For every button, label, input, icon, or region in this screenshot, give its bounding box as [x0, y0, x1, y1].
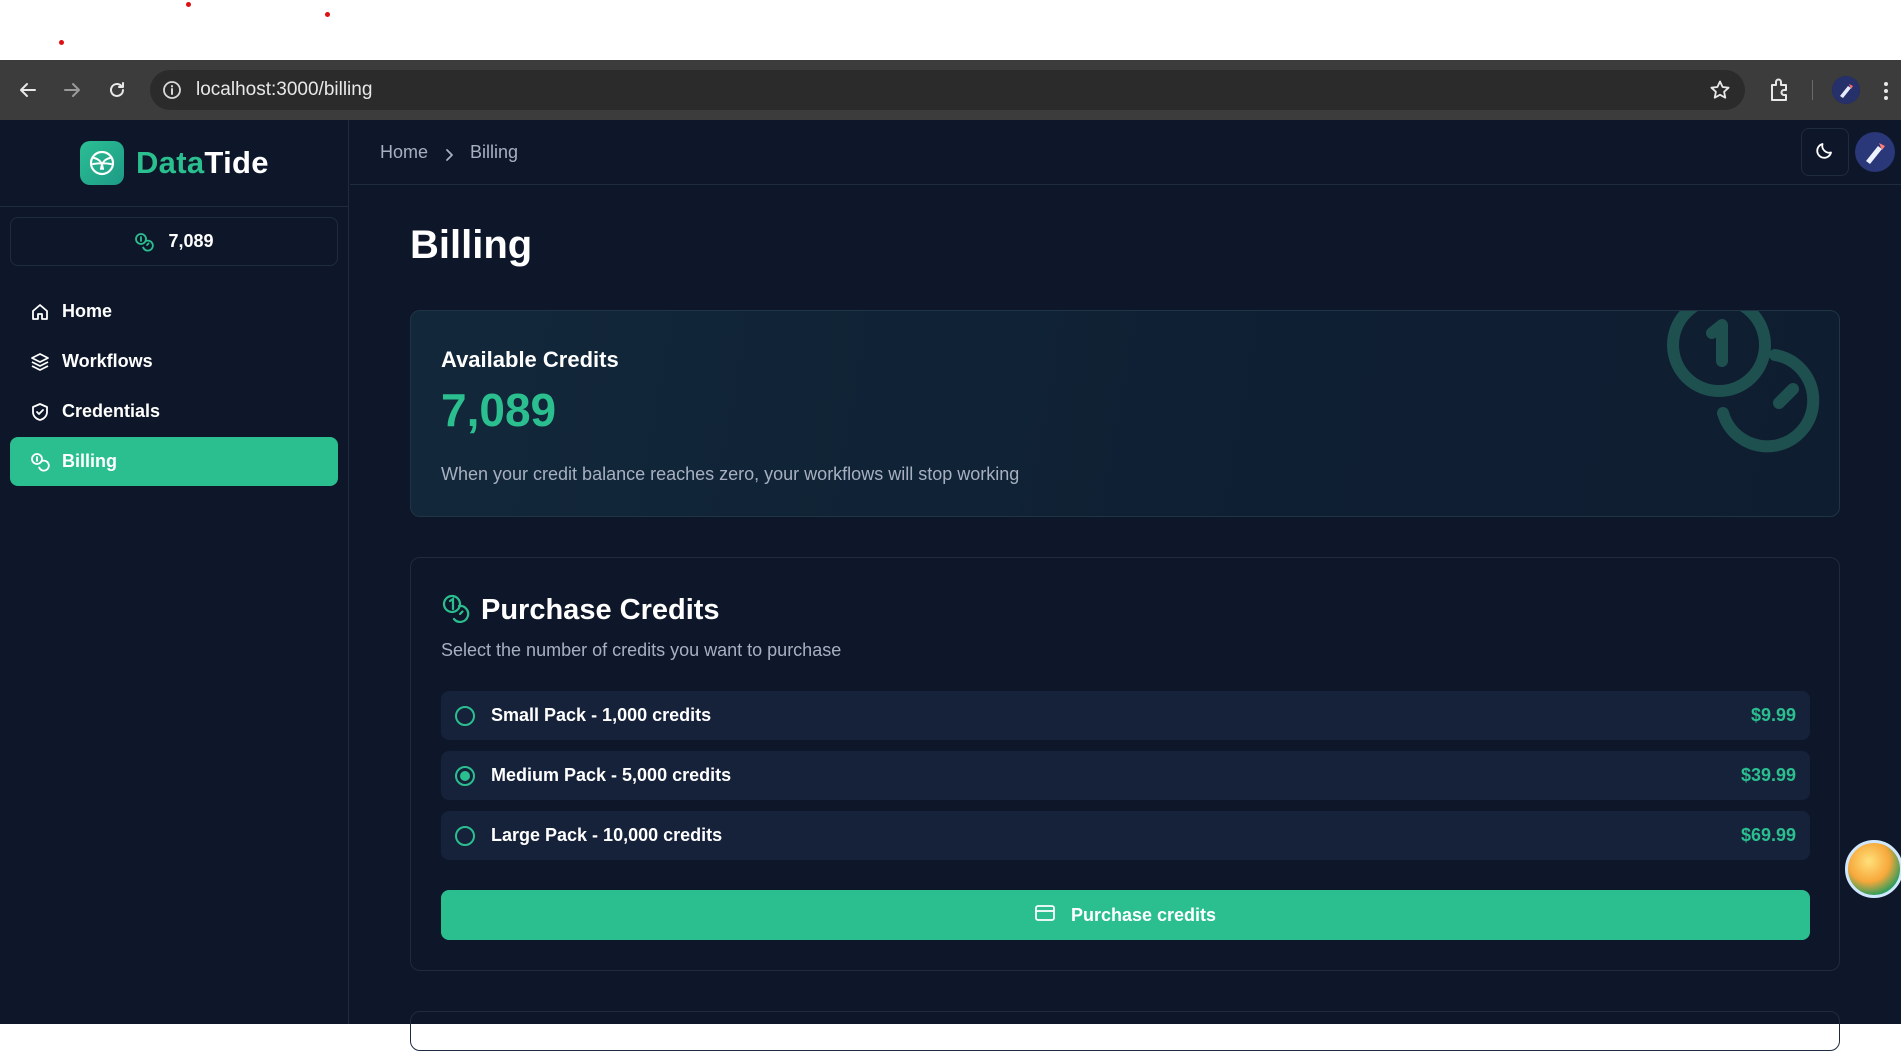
sidebar-item-billing[interactable]: Billing — [10, 437, 338, 486]
reload-icon[interactable] — [103, 76, 131, 104]
available-credits-card: Available Credits 7,089 When your credit… — [410, 310, 1840, 517]
pack-price: $69.99 — [1740, 825, 1796, 845]
bookmark-star-icon[interactable] — [1709, 79, 1731, 101]
credits-balance-value: 7,089 — [168, 231, 214, 251]
purchase-credits-card: Purchase Credits Select the number of cr… — [410, 557, 1840, 971]
shield-icon — [30, 402, 50, 422]
sidebar-item-home[interactable]: Home — [10, 287, 338, 336]
coins-icon — [134, 232, 155, 252]
pack-price: $9.99 — [1750, 705, 1796, 725]
user-avatar[interactable] — [1855, 132, 1895, 172]
sidebar-item-label: Billing — [62, 451, 117, 471]
theme-toggle-button[interactable] — [1801, 128, 1849, 176]
coins-icon — [441, 593, 471, 628]
red-dot-marker — [186, 2, 191, 7]
pack-price: $39.99 — [1740, 765, 1796, 785]
sidebar-item-credentials[interactable]: Credentials — [10, 387, 338, 436]
logo-icon — [80, 141, 124, 185]
purchase-credits-subtitle: Select the number of credits you want to… — [441, 640, 842, 660]
app-logo[interactable]: DataTide — [80, 141, 269, 185]
page-title: Billing — [410, 223, 533, 267]
purchase-credits-button-label: Purchase credits — [1070, 904, 1217, 925]
coins-icon — [30, 452, 50, 472]
browser-toolbar: localhost:3000/billing — [0, 60, 1901, 120]
home-icon — [30, 302, 50, 322]
url-text[interactable]: localhost:3000/billing — [196, 79, 372, 101]
toolbar-divider — [1812, 80, 1813, 100]
breadcrumb-home-link[interactable]: Home — [380, 142, 428, 163]
red-dot-marker — [325, 12, 330, 17]
address-bar[interactable]: localhost:3000/billing — [150, 70, 1745, 110]
forward-icon[interactable] — [58, 76, 86, 104]
back-icon[interactable] — [14, 76, 42, 104]
breadcrumb-current: Billing — [470, 142, 519, 162]
pack-label: Medium Pack - 5,000 credits — [491, 765, 732, 785]
radio-button[interactable] — [455, 706, 475, 726]
logo-wordmark: DataTide — [136, 145, 269, 180]
sidebar-item-label: Credentials — [62, 401, 161, 421]
sidebar-item-workflows[interactable]: Workflows — [10, 337, 338, 386]
chevron-right-icon — [442, 146, 456, 161]
pack-option-large[interactable]: Large Pack - 10,000 credits $69.99 — [441, 811, 1810, 860]
pack-label: Large Pack - 10,000 credits — [491, 825, 723, 845]
credit-card-icon — [1035, 904, 1055, 926]
next-section-card — [410, 1011, 1840, 1051]
available-credits-description: When your credit balance reaches zero, y… — [441, 464, 1020, 484]
sidebar: DataTide 7,089 Home Workflows Credential… — [0, 120, 349, 1024]
more-menu-icon[interactable] — [1882, 78, 1890, 104]
moon-icon — [1815, 140, 1835, 165]
pack-option-small[interactable]: Small Pack - 1,000 credits $9.99 — [441, 691, 1810, 740]
app-root: DataTide 7,089 Home Workflows Credential… — [0, 120, 1901, 1051]
pack-option-medium[interactable]: Medium Pack - 5,000 credits $39.99 — [441, 751, 1810, 800]
purchase-credits-button[interactable]: Purchase credits — [441, 890, 1810, 940]
available-credits-title: Available Credits — [441, 347, 619, 372]
radio-selected-dot — [460, 771, 470, 781]
layers-icon — [30, 352, 50, 372]
purchase-credits-header: Purchase Credits — [441, 593, 720, 628]
pack-label: Small Pack - 1,000 credits — [491, 705, 712, 725]
credits-balance-badge[interactable]: 7,089 — [10, 217, 338, 266]
red-dot-marker — [59, 40, 64, 45]
sidebar-item-label: Home — [62, 301, 113, 321]
extensions-icon[interactable] — [1767, 76, 1793, 104]
coins-icon — [1667, 311, 1839, 463]
radio-button[interactable] — [455, 826, 475, 846]
top-header: Home Billing — [350, 120, 1901, 185]
floating-helper-avatar[interactable] — [1845, 840, 1901, 898]
radio-button-selected[interactable] — [455, 766, 475, 786]
site-info-icon[interactable] — [162, 80, 182, 100]
purchase-credits-title: Purchase Credits — [481, 594, 720, 626]
top-blank-area — [0, 0, 1901, 60]
sidebar-divider — [0, 206, 349, 207]
sidebar-item-label: Workflows — [62, 351, 153, 371]
available-credits-value: 7,089 — [441, 384, 557, 436]
profile-avatar[interactable] — [1832, 76, 1860, 104]
breadcrumb: Home Billing — [380, 142, 518, 163]
